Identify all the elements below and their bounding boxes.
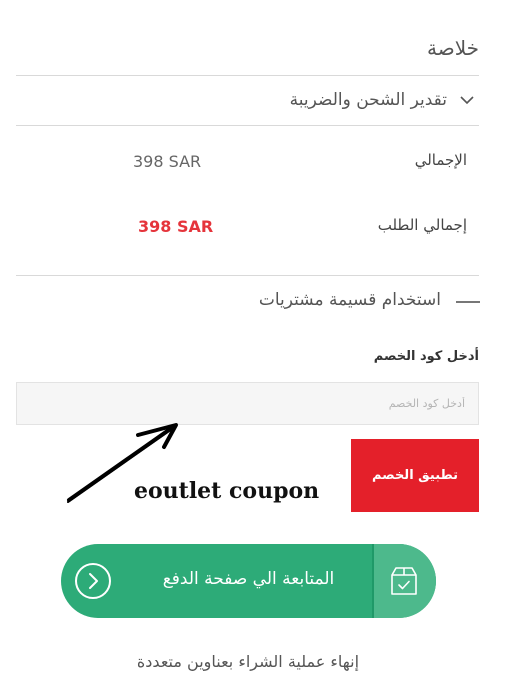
checkout-button-label: المتابعة الي صفحة الدفع xyxy=(162,569,335,589)
multi-address-checkout-link[interactable]: إنهاء عملية الشراء بعناوين متعددة xyxy=(0,652,496,671)
minus-icon xyxy=(456,301,480,303)
checkout-icon-area xyxy=(374,544,436,618)
chevron-down-icon xyxy=(460,96,474,105)
subtotal-value: 398 SAR xyxy=(133,152,202,171)
coupon-field-label: أدخل كود الخصم xyxy=(373,349,479,364)
grand-total-value: 398 SAR xyxy=(138,217,214,236)
proceed-to-checkout-button[interactable]: المتابعة الي صفحة الدفع xyxy=(61,544,436,618)
shipping-estimate-toggle[interactable]: تقدير الشحن والضريبة xyxy=(16,88,479,116)
divider xyxy=(16,75,479,76)
divider xyxy=(16,125,479,126)
box-check-icon xyxy=(391,567,417,595)
shipping-estimate-label: تقدير الشحن والضريبة xyxy=(289,90,447,110)
arrow-right-circle-icon xyxy=(75,563,111,599)
divider xyxy=(16,275,479,276)
grand-total-label: إجمالي الطلب xyxy=(377,216,467,234)
coupon-toggle-label: استخدام قسيمة مشتريات xyxy=(258,290,441,310)
coupon-toggle[interactable]: استخدام قسيمة مشتريات xyxy=(16,288,480,316)
checkout-divider xyxy=(372,544,374,618)
annotation-text: eoutlet coupon xyxy=(134,478,320,504)
apply-coupon-button[interactable]: تطبيق الخصم xyxy=(351,439,479,512)
summary-title: خلاصة xyxy=(426,36,479,60)
subtotal-label: الإجمالي xyxy=(414,151,467,169)
